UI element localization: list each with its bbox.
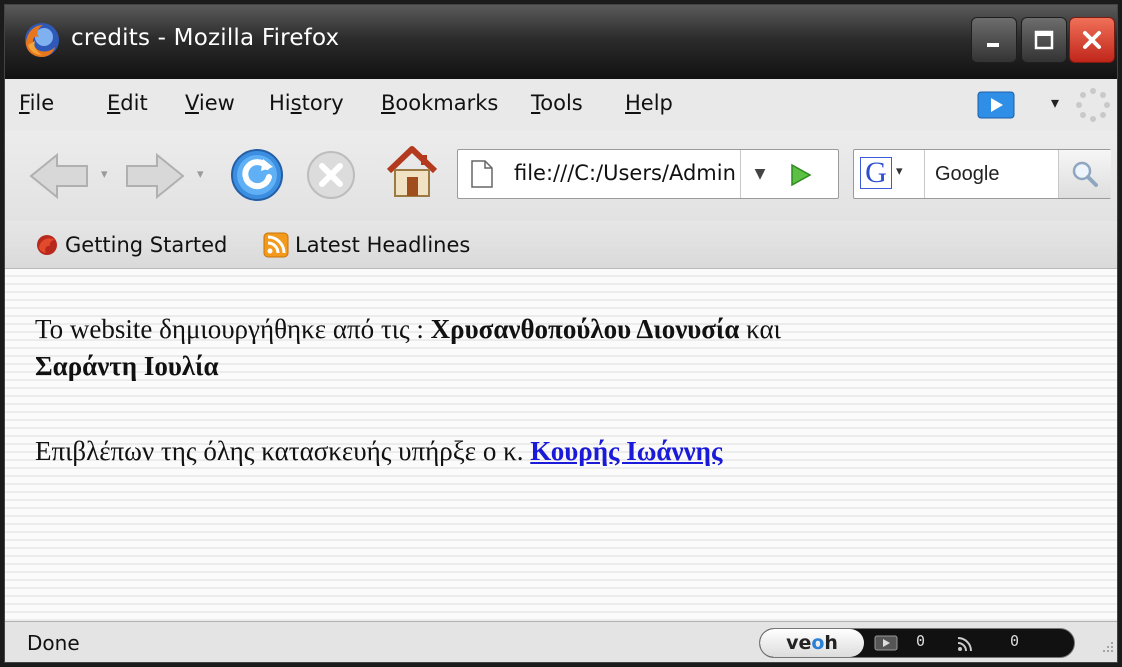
forward-history-dropdown-icon[interactable]: ▾: [197, 167, 204, 182]
menu-help[interactable]: Help: [625, 91, 673, 115]
page-content: Το website δημιουργήθηκε από τις : Χρυσα…: [5, 269, 1117, 621]
back-arrow-icon[interactable]: [27, 151, 91, 201]
feed-count: 0: [1010, 632, 1020, 650]
status-text: Done: [27, 631, 80, 655]
close-icon: [1083, 31, 1101, 49]
resize-grip-icon[interactable]: [1099, 640, 1115, 656]
reload-icon[interactable]: [229, 147, 285, 203]
bookmark-getting-started[interactable]: Getting Started: [35, 230, 227, 260]
feed-icon: [957, 637, 972, 652]
magnifier-icon: [1072, 161, 1098, 187]
maximize-icon: [1034, 30, 1054, 50]
back-history-dropdown-icon[interactable]: ▾: [101, 167, 108, 182]
home-icon[interactable]: [383, 143, 441, 201]
veoh-toolbar[interactable]: veoh 0 0: [759, 628, 1075, 658]
firefox-logo-icon: [25, 23, 59, 57]
activity-throbber-icon: [1076, 88, 1110, 122]
url-history-dropdown[interactable]: ▼: [740, 150, 779, 198]
veoh-logo[interactable]: veoh: [760, 629, 864, 657]
author-name-2: Σαράντη Ιουλία: [35, 351, 219, 381]
chevron-down-icon: ▼: [754, 166, 766, 182]
forward-arrow-icon[interactable]: [123, 151, 187, 201]
title-bar[interactable]: credits - Mozilla Firefox: [5, 5, 1117, 79]
address-bar[interactable]: file:///C:/Users/Admin/credits.html ▼: [457, 149, 839, 199]
menu-edit[interactable]: Edit: [107, 91, 148, 115]
menu-view[interactable]: View: [185, 91, 235, 115]
minimize-icon: [987, 43, 999, 47]
bookmark-latest-headlines[interactable]: Latest Headlines: [263, 230, 470, 260]
search-input[interactable]: [924, 150, 1054, 198]
menu-history[interactable]: History: [269, 91, 344, 115]
credits-paragraph: Το website δημιουργήθηκε από τις : Χρυσα…: [35, 314, 781, 381]
bookmarks-toolbar: Getting Started Latest Headlines: [5, 221, 1117, 269]
menu-file[interactable]: File: [19, 91, 54, 115]
author-name-1: Χρυσανθοπούλου Διονυσία: [430, 314, 740, 344]
maximize-button[interactable]: [1021, 17, 1067, 63]
firefox-window: credits - Mozilla Firefox File Edit View…: [4, 4, 1118, 663]
rss-feed-icon: [263, 232, 289, 258]
search-engine-icon[interactable]: G: [860, 157, 892, 189]
menu-tools[interactable]: Tools: [531, 91, 583, 115]
video-icon: [874, 635, 898, 651]
search-button[interactable]: [1058, 150, 1111, 198]
navigation-toolbar: ▾ ▾ file:///C:/Users/Admin/cred: [5, 131, 1117, 221]
page-icon: [471, 160, 493, 188]
go-arrow-icon[interactable]: [788, 162, 814, 188]
url-text[interactable]: file:///C:/Users/Admin/credits.html: [514, 161, 736, 185]
media-player-icon[interactable]: [977, 91, 1015, 119]
close-button[interactable]: [1069, 17, 1115, 63]
supervisor-paragraph: Επιβλέπων της όλης κατασκευής υπήρξε ο κ…: [35, 436, 723, 466]
menu-bar: File Edit View History Bookmarks Tools H…: [5, 79, 1117, 131]
stop-icon[interactable]: [305, 149, 357, 201]
search-bar[interactable]: G ▾: [853, 149, 1111, 199]
menu-bookmarks[interactable]: Bookmarks: [381, 91, 498, 115]
minimize-button[interactable]: [971, 17, 1017, 63]
video-count: 0: [916, 632, 926, 650]
search-engine-dropdown-icon[interactable]: ▾: [896, 164, 903, 179]
window-title: credits - Mozilla Firefox: [71, 25, 340, 51]
firefox-bookmark-icon: [37, 235, 57, 255]
media-dropdown-icon[interactable]: ▾: [1051, 93, 1059, 112]
supervisor-link[interactable]: Κουρής Ιωάννης: [530, 436, 722, 466]
status-bar: Done veoh 0 0: [5, 621, 1117, 662]
